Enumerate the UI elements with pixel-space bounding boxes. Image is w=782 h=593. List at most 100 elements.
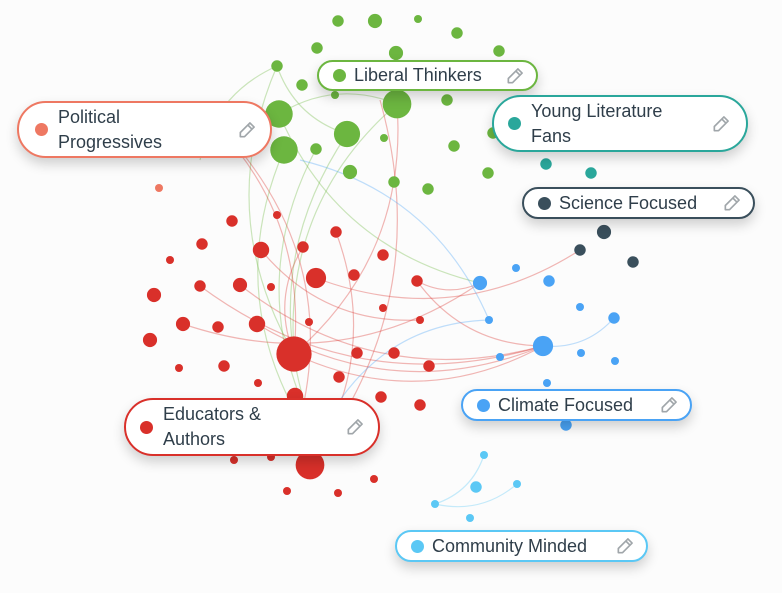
node-educators-authors[interactable] bbox=[297, 241, 309, 253]
node-liberal-thinkers[interactable] bbox=[441, 94, 453, 106]
node-educators-authors[interactable] bbox=[276, 336, 312, 372]
node-political-progressives[interactable] bbox=[155, 184, 163, 192]
node-community-minded[interactable] bbox=[470, 481, 482, 493]
node-educators-authors[interactable] bbox=[142, 332, 158, 348]
node-science-focused[interactable] bbox=[596, 224, 612, 240]
node-liberal-thinkers[interactable] bbox=[482, 167, 494, 179]
pencil-icon[interactable] bbox=[614, 535, 636, 557]
node-educators-authors[interactable] bbox=[252, 241, 270, 259]
node-young-literature-fans[interactable] bbox=[540, 158, 552, 170]
node-climate-focused[interactable] bbox=[577, 349, 585, 357]
node-climate-focused[interactable] bbox=[611, 357, 619, 365]
pencil-icon[interactable] bbox=[710, 113, 732, 135]
node-educators-authors[interactable] bbox=[218, 360, 230, 372]
node-educators-authors[interactable] bbox=[254, 379, 262, 387]
node-climate-focused[interactable] bbox=[496, 353, 504, 361]
node-liberal-thinkers[interactable] bbox=[388, 45, 404, 61]
node-educators-authors[interactable] bbox=[283, 487, 291, 495]
node-climate-focused[interactable] bbox=[608, 312, 620, 324]
pencil-icon[interactable] bbox=[721, 192, 743, 214]
node-educators-authors[interactable] bbox=[348, 269, 360, 281]
node-educators-authors[interactable] bbox=[267, 283, 275, 291]
node-educators-authors[interactable] bbox=[388, 347, 400, 359]
node-liberal-thinkers[interactable] bbox=[382, 89, 412, 119]
node-community-minded[interactable] bbox=[466, 514, 474, 522]
node-climate-focused[interactable] bbox=[512, 264, 520, 272]
node-climate-focused[interactable] bbox=[532, 335, 554, 357]
node-climate-focused[interactable] bbox=[472, 275, 488, 291]
pencil-icon[interactable] bbox=[658, 394, 680, 416]
pencil-icon[interactable] bbox=[236, 119, 258, 141]
node-educators-authors[interactable] bbox=[226, 215, 238, 227]
edge-climate-focused bbox=[339, 319, 490, 401]
node-educators-authors[interactable] bbox=[196, 238, 208, 250]
segment-label: Young Literature Fans bbox=[531, 100, 663, 146]
node-educators-authors[interactable] bbox=[411, 275, 423, 287]
node-liberal-thinkers[interactable] bbox=[414, 15, 422, 23]
segment-pill-young-literature-fans[interactable]: Young Literature Fans bbox=[492, 95, 748, 152]
node-educators-authors[interactable] bbox=[379, 304, 387, 312]
node-liberal-thinkers[interactable] bbox=[296, 79, 308, 91]
node-educators-authors[interactable] bbox=[330, 226, 342, 238]
node-liberal-thinkers[interactable] bbox=[270, 136, 298, 164]
node-educators-authors[interactable] bbox=[305, 267, 327, 289]
node-educators-authors[interactable] bbox=[333, 371, 345, 383]
node-educators-authors[interactable] bbox=[166, 256, 174, 264]
segment-pill-science-focused[interactable]: Science Focused bbox=[522, 187, 755, 219]
pencil-icon[interactable] bbox=[504, 65, 526, 87]
node-educators-authors[interactable] bbox=[414, 399, 426, 411]
node-liberal-thinkers[interactable] bbox=[448, 140, 460, 152]
node-liberal-thinkers[interactable] bbox=[310, 143, 322, 155]
pencil-icon[interactable] bbox=[344, 416, 366, 438]
node-liberal-thinkers[interactable] bbox=[333, 120, 361, 148]
segment-color-dot bbox=[35, 123, 48, 136]
node-educators-authors[interactable] bbox=[375, 391, 387, 403]
node-liberal-thinkers[interactable] bbox=[342, 164, 358, 180]
segment-pill-liberal-thinkers[interactable]: Liberal Thinkers bbox=[317, 60, 538, 91]
node-educators-authors[interactable] bbox=[377, 249, 389, 261]
edge-educators-authors bbox=[239, 149, 312, 421]
node-educators-authors[interactable] bbox=[248, 315, 266, 333]
node-community-minded[interactable] bbox=[480, 451, 488, 459]
node-liberal-thinkers[interactable] bbox=[331, 91, 339, 99]
node-educators-authors[interactable] bbox=[232, 277, 248, 293]
node-educators-authors[interactable] bbox=[273, 211, 281, 219]
node-science-focused[interactable] bbox=[574, 244, 586, 256]
node-community-minded[interactable] bbox=[431, 500, 439, 508]
segment-color-dot bbox=[477, 398, 490, 412]
node-community-minded[interactable] bbox=[513, 480, 521, 488]
node-liberal-thinkers[interactable] bbox=[390, 179, 398, 187]
node-climate-focused[interactable] bbox=[485, 316, 493, 324]
segment-pill-political-progressives[interactable]: Political Progressives bbox=[17, 101, 272, 158]
node-science-focused[interactable] bbox=[627, 256, 639, 268]
node-climate-focused[interactable] bbox=[543, 275, 555, 287]
segment-pill-educators-authors[interactable]: Educators & Authors bbox=[124, 398, 380, 456]
node-educators-authors[interactable] bbox=[175, 316, 191, 332]
node-educators-authors[interactable] bbox=[212, 321, 224, 333]
node-climate-focused[interactable] bbox=[576, 303, 584, 311]
segment-label: Climate Focused bbox=[498, 394, 634, 415]
node-liberal-thinkers[interactable] bbox=[367, 13, 383, 29]
node-educators-authors[interactable] bbox=[305, 318, 313, 326]
node-educators-authors[interactable] bbox=[334, 489, 342, 497]
segment-pill-community-minded[interactable]: Community Minded bbox=[395, 530, 648, 562]
node-liberal-thinkers[interactable] bbox=[451, 27, 463, 39]
segment-pill-climate-focused[interactable]: Climate Focused bbox=[461, 389, 692, 421]
node-educators-authors[interactable] bbox=[230, 456, 238, 464]
node-liberal-thinkers[interactable] bbox=[311, 42, 323, 54]
node-young-literature-fans[interactable] bbox=[585, 167, 597, 179]
node-educators-authors[interactable] bbox=[146, 287, 162, 303]
node-educators-authors[interactable] bbox=[351, 347, 363, 359]
node-climate-focused[interactable] bbox=[543, 379, 551, 387]
node-educators-authors[interactable] bbox=[423, 360, 435, 372]
node-liberal-thinkers[interactable] bbox=[380, 134, 388, 142]
node-educators-authors[interactable] bbox=[194, 280, 206, 292]
node-educators-authors[interactable] bbox=[370, 475, 378, 483]
node-liberal-thinkers[interactable] bbox=[422, 183, 434, 195]
node-liberal-thinkers[interactable] bbox=[332, 15, 344, 27]
node-liberal-thinkers[interactable] bbox=[271, 60, 283, 72]
node-educators-authors[interactable] bbox=[416, 316, 424, 324]
node-liberal-thinkers[interactable] bbox=[493, 45, 505, 57]
edge-educators-authors bbox=[182, 282, 481, 344]
node-educators-authors[interactable] bbox=[175, 364, 183, 372]
